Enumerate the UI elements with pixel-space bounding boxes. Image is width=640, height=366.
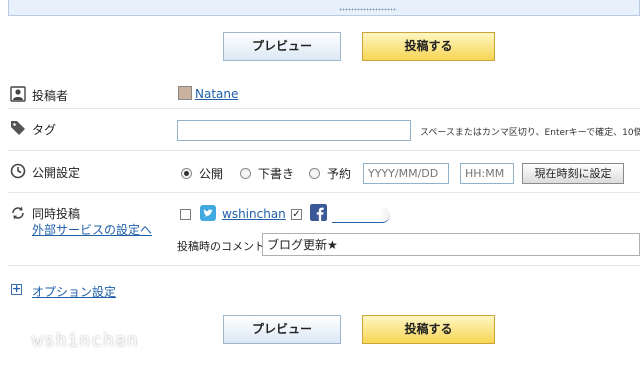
radio-scheduled[interactable] xyxy=(309,168,320,179)
author-link[interactable]: Natane xyxy=(195,87,238,101)
tag-row: タグ スペースまたはカンマ区切り、Enterキーで確定、10個 xyxy=(8,109,640,151)
visibility-label: 公開設定 xyxy=(32,166,81,180)
editor-resize-bar[interactable] xyxy=(8,0,640,16)
facebook-account-link[interactable] xyxy=(332,207,390,223)
radio-public[interactable] xyxy=(181,168,192,179)
post-comment-label: 投稿時のコメント xyxy=(177,240,265,253)
date-input[interactable] xyxy=(363,163,449,184)
sync-icon xyxy=(12,206,24,220)
facebook-checkbox[interactable]: ✓ xyxy=(291,209,302,220)
post-button-bottom[interactable]: 投稿する xyxy=(362,315,495,344)
facebook-icon xyxy=(310,204,327,221)
twitter-icon xyxy=(200,205,216,221)
external-service-settings-link[interactable]: 外部サービスの設定へ xyxy=(32,221,152,238)
option-public-label: 公開 xyxy=(199,167,224,181)
crosspost-row: 同時投稿 外部サービスの設定へ wshinchan ✓ 投稿時のコメント xyxy=(8,193,640,266)
post-comment-input[interactable] xyxy=(262,233,640,256)
set-current-time-button[interactable]: 現在時刻に設定 xyxy=(522,163,624,184)
clock-icon xyxy=(10,163,26,179)
twitter-account-link[interactable]: wshinchan xyxy=(222,207,286,221)
author-label: 投稿者 xyxy=(32,89,69,103)
tag-input[interactable] xyxy=(177,120,411,141)
avatar xyxy=(178,86,192,100)
option-draft-label: 下書き xyxy=(258,167,295,181)
twitter-checkbox[interactable] xyxy=(180,209,191,220)
preview-button[interactable]: プレビュー xyxy=(223,32,341,61)
option-scheduled-label: 予約 xyxy=(327,167,352,181)
watermark-text: wshinchan xyxy=(32,330,139,351)
options-settings-link[interactable]: オプション設定 xyxy=(32,283,116,300)
resize-grip-icon[interactable] xyxy=(339,8,397,11)
options-expand-icon[interactable]: + xyxy=(11,283,22,295)
visibility-row: 公開設定 公開 下書き 予約 現在時刻に設定 xyxy=(8,151,640,193)
author-row: 投稿者 Natane xyxy=(8,79,640,109)
crosspost-label: 同時投稿 xyxy=(32,207,81,221)
tag-label: タグ xyxy=(32,123,57,137)
post-button[interactable]: 投稿する xyxy=(362,32,495,61)
user-icon xyxy=(10,86,26,102)
radio-draft[interactable] xyxy=(240,168,251,179)
tag-hint: スペースまたはカンマ区切り、Enterキーで確定、10個 xyxy=(420,128,640,138)
preview-button-bottom[interactable]: プレビュー xyxy=(223,315,341,344)
time-input[interactable] xyxy=(460,163,514,184)
tag-icon xyxy=(11,121,25,135)
